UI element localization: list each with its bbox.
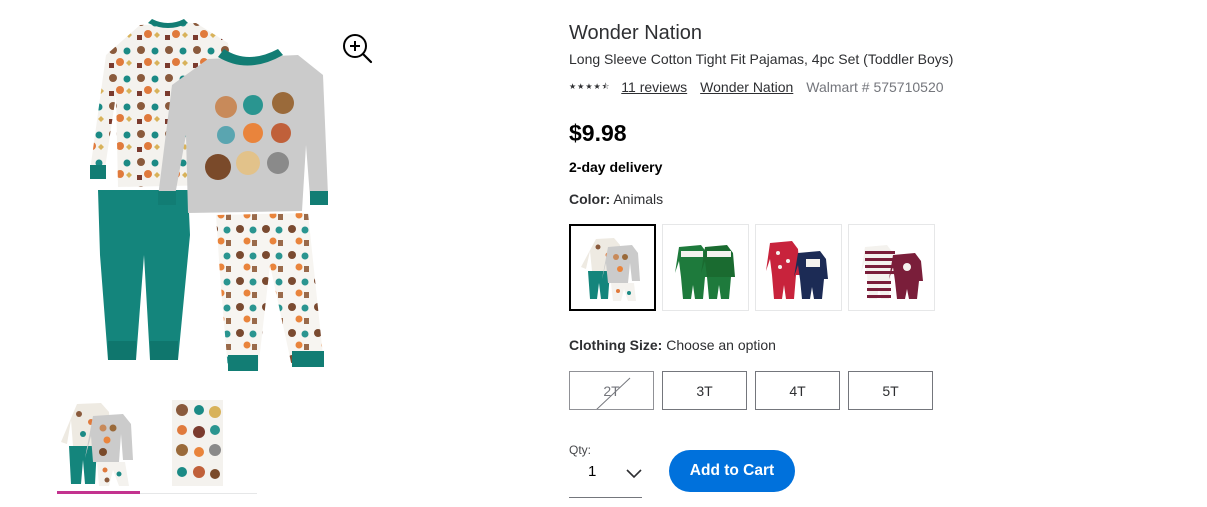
size-option-4t[interactable]: 4T — [755, 371, 840, 410]
brand-name: Wonder Nation — [569, 22, 703, 44]
brand-link[interactable]: Wonder Nation — [700, 79, 793, 95]
color-selected-value: Animals — [613, 191, 664, 207]
main-product-image[interactable] — [78, 15, 340, 383]
star-rating[interactable]: ★ ★ ★ ★ ⯪ — [569, 83, 609, 91]
size-option-label: 2T — [603, 382, 620, 399]
color-label: Color: Animals — [569, 191, 663, 207]
color-swatch-striped-maroon[interactable] — [848, 224, 935, 311]
size-label-key: Clothing Size: — [569, 337, 663, 353]
chevron-down-icon — [626, 469, 642, 479]
product-price: $9.98 — [569, 120, 627, 146]
product-meta-row: ★ ★ ★ ★ ⯪ 11 reviews Wonder Nation Walma… — [569, 77, 944, 97]
star-icon: ★ — [569, 82, 577, 91]
delivery-info: 2-day delivery — [569, 159, 663, 175]
walmart-item-number: Walmart # 575710520 — [806, 79, 944, 95]
star-icon: ★ — [577, 82, 585, 91]
size-option-5t[interactable]: 5T — [848, 371, 933, 410]
quantity-value: 1 — [588, 463, 597, 480]
zoom-in-icon[interactable] — [340, 31, 374, 65]
color-swatch-green[interactable] — [662, 224, 749, 311]
size-selected-value: Choose an option — [666, 337, 776, 353]
thumbnail-active-indicator — [57, 491, 140, 494]
product-title: Long Sleeve Cotton Tight Fit Pajamas, 4p… — [569, 51, 954, 67]
size-label: Clothing Size: Choose an option — [569, 337, 776, 353]
quantity-label: Qty: — [569, 443, 592, 457]
color-label-key: Color: — [569, 191, 611, 207]
size-option-3t[interactable]: 3T — [662, 371, 747, 410]
quantity-select[interactable]: 1 — [569, 458, 642, 498]
thumbnail-pajamas-set[interactable] — [57, 400, 140, 488]
size-option-label: 5T — [882, 382, 899, 399]
star-icon: ★ — [585, 82, 593, 91]
color-swatch-red-navy[interactable] — [755, 224, 842, 311]
size-option-2t-unavailable[interactable]: 2T — [569, 371, 654, 410]
color-swatch-animals[interactable] — [569, 224, 656, 311]
reviews-link[interactable]: 11 reviews — [621, 79, 687, 95]
half-star-icon: ⯪ — [601, 82, 610, 91]
star-icon: ★ — [593, 82, 601, 91]
thumbnail-print-pattern[interactable] — [157, 400, 240, 488]
size-option-label: 3T — [696, 382, 713, 399]
thumbnail-strip — [57, 400, 257, 495]
add-to-cart-button[interactable]: Add to Cart — [669, 450, 795, 492]
size-option-label: 4T — [789, 382, 806, 399]
